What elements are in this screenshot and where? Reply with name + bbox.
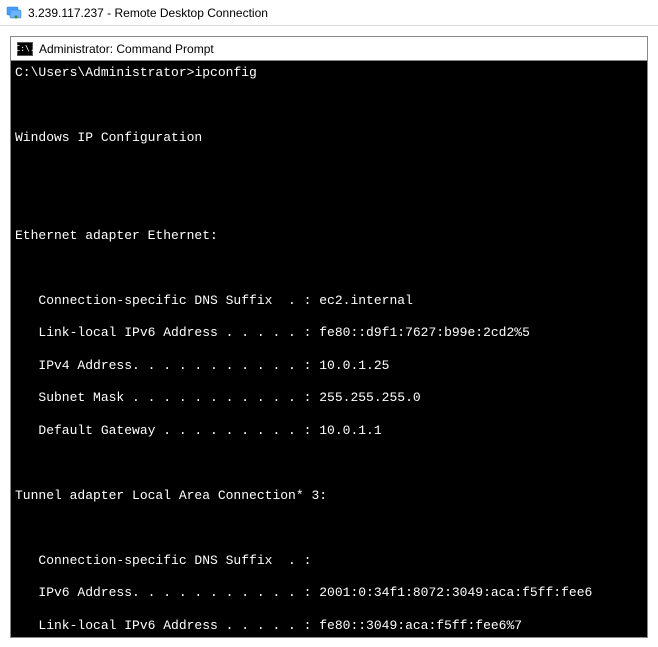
ipconfig-header: Windows IP Configuration [15, 130, 643, 146]
cmd-icon: C:\. [17, 42, 33, 56]
ipconfig-line: Connection-specific DNS Suffix . : ec2.i… [15, 293, 643, 309]
cmd-titlebar: C:\. Administrator: Command Prompt [10, 36, 648, 60]
terminal[interactable]: C:\Users\Administrator>ipconfig Windows … [10, 60, 648, 638]
rdc-titlebar: 3.239.117.237 - Remote Desktop Connectio… [0, 0, 658, 26]
ipconfig-line: IPv4 Address. . . . . . . . . . . : 10.0… [15, 358, 643, 374]
adapter-name: Tunnel adapter Local Area Connection* 3: [15, 488, 643, 504]
prompt-line: C:\Users\Administrator>ipconfig [15, 65, 643, 81]
rdc-title: 3.239.117.237 - Remote Desktop Connectio… [28, 6, 268, 20]
ipconfig-line: IPv6 Address. . . . . . . . . . . : 2001… [15, 585, 643, 601]
content-area: C:\. Administrator: Command Prompt C:\Us… [0, 26, 658, 638]
ipconfig-line: Link-local IPv6 Address . . . . . : fe80… [15, 618, 643, 634]
ipconfig-line: Link-local IPv6 Address . . . . . : fe80… [15, 325, 643, 341]
blank-line [15, 260, 643, 276]
blank-line [15, 163, 643, 179]
ipconfig-line: Connection-specific DNS Suffix . : [15, 553, 643, 569]
blank-line [15, 455, 643, 471]
command: ipconfig [194, 65, 256, 80]
adapter-name: Ethernet adapter Ethernet: [15, 228, 643, 244]
cmd-title: Administrator: Command Prompt [39, 42, 214, 56]
blank-line [15, 520, 643, 536]
blank-line [15, 98, 643, 114]
blank-line [15, 195, 643, 211]
ipconfig-line: Default Gateway . . . . . . . . . : 10.0… [15, 423, 643, 439]
ipconfig-line: Subnet Mask . . . . . . . . . . . : 255.… [15, 390, 643, 406]
prompt: C:\Users\Administrator> [15, 65, 194, 80]
rdc-icon [6, 5, 22, 21]
